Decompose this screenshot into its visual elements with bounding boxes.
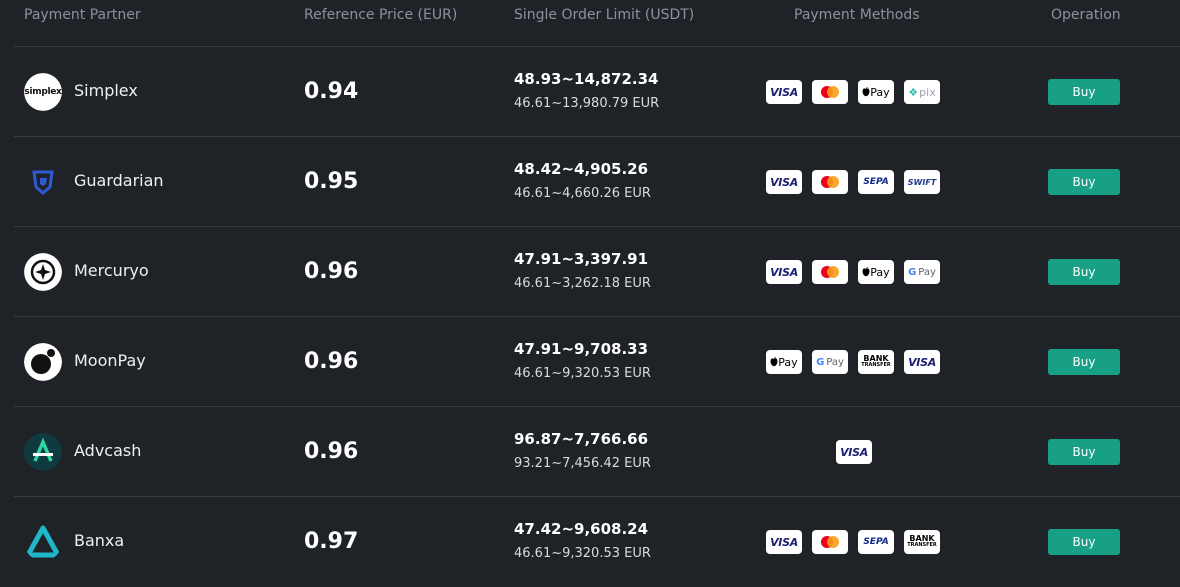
guardarian-logo — [24, 163, 62, 201]
visa-icon: VISA — [766, 260, 802, 284]
apple-pay-label: Pay — [870, 265, 890, 279]
visa-label: VISA — [770, 265, 798, 279]
payment-methods: VISA SEPA SWIFT — [766, 170, 942, 194]
table-row: Banxa 0.97 47.42~9,608.24 46.61~9,320.53… — [0, 497, 1180, 587]
usdt-limit: 48.42~4,905.26 — [514, 160, 649, 178]
mastercard-icon — [812, 80, 848, 104]
mastercard-icon — [812, 530, 848, 554]
bank-transfer-icon: BANK TRANSFER — [858, 350, 894, 374]
eur-limit: 46.61~3,262.18 EUR — [514, 276, 651, 291]
header-payment-methods: Payment Methods — [794, 7, 920, 23]
table-row: Advcash 0.96 96.87~7,766.66 93.21~7,456.… — [0, 407, 1180, 497]
usdt-limit: 48.93~14,872.34 — [514, 70, 659, 88]
google-pay-icon: G Pay — [812, 350, 848, 374]
google-pay-icon: G Pay — [904, 260, 940, 284]
eur-limit: 46.61~13,980.79 EUR — [514, 96, 660, 111]
partner-name: MoonPay — [74, 351, 146, 370]
eur-limit: 46.61~4,660.26 EUR — [514, 186, 651, 201]
bank-label: BANK — [909, 534, 935, 543]
transfer-label: TRANSFER — [907, 542, 937, 548]
simplex-wordmark: simplex — [24, 87, 62, 97]
pix-label: pix — [919, 85, 936, 99]
reference-price: 0.94 — [304, 79, 359, 104]
usdt-limit: 47.91~3,397.91 — [514, 250, 649, 268]
table-row: MoonPay 0.96 47.91~9,708.33 46.61~9,320.… — [0, 317, 1180, 407]
buy-button[interactable]: Buy — [1048, 439, 1120, 465]
reference-price: 0.96 — [304, 439, 359, 464]
eur-limit: 93.21~7,456.42 EUR — [514, 456, 651, 471]
buy-button[interactable]: Buy — [1048, 529, 1120, 555]
table-row: simplex Simplex 0.94 48.93~14,872.34 46.… — [0, 47, 1180, 137]
eur-limit: 46.61~9,320.53 EUR — [514, 546, 651, 561]
bank-transfer-icon: BANK TRANSFER — [904, 530, 940, 554]
visa-icon: VISA — [766, 80, 802, 104]
usdt-limit: 47.91~9,708.33 — [514, 340, 649, 358]
visa-icon: VISA — [766, 170, 802, 194]
moonpay-logo — [24, 343, 62, 381]
eur-limit: 46.61~9,320.53 EUR — [514, 366, 651, 381]
table-row: Mercuryo 0.96 47.91~3,397.91 46.61~3,262… — [0, 227, 1180, 317]
buy-button[interactable]: Buy — [1048, 169, 1120, 195]
bank-label: BANK — [863, 354, 889, 363]
apple-pay-label: Pay — [870, 85, 890, 99]
payment-methods: Pay G Pay BANK TRANSFER VISA — [766, 350, 942, 374]
swift-icon: SWIFT — [904, 170, 940, 194]
transfer-label: TRANSFER — [861, 362, 891, 368]
table-header: Payment Partner Reference Price (EUR) Si… — [0, 0, 1180, 46]
table-row: Guardarian 0.95 48.42~4,905.26 46.61~4,6… — [0, 137, 1180, 227]
sepa-icon: SEPA — [858, 170, 894, 194]
visa-icon: VISA — [904, 350, 940, 374]
partner-name: Simplex — [74, 81, 138, 100]
sepa-icon: SEPA — [858, 530, 894, 554]
visa-icon: VISA — [766, 530, 802, 554]
reference-price: 0.96 — [304, 259, 359, 284]
visa-label: VISA — [770, 175, 798, 189]
buy-button[interactable]: Buy — [1048, 259, 1120, 285]
reference-price: 0.97 — [304, 529, 359, 554]
partner-name: Advcash — [74, 441, 142, 460]
payment-methods: VISA SEPA BANK TRANSFER — [766, 530, 942, 554]
header-payment-partner: Payment Partner — [24, 7, 141, 23]
advcash-logo — [24, 433, 62, 471]
apple-pay-icon: Pay — [858, 260, 894, 284]
buy-button[interactable]: Buy — [1048, 349, 1120, 375]
simplex-logo: simplex — [24, 73, 62, 111]
usdt-limit: 96.87~7,766.66 — [514, 430, 649, 448]
header-single-order-limit: Single Order Limit (USDT) — [514, 7, 695, 23]
swift-label: SWIFT — [907, 177, 937, 187]
usdt-limit: 47.42~9,608.24 — [514, 520, 649, 538]
sepa-label: SEPA — [863, 537, 889, 547]
partner-name: Banxa — [74, 531, 125, 550]
buy-button[interactable]: Buy — [1048, 79, 1120, 105]
google-pay-label: Pay — [918, 266, 936, 278]
visa-icon: VISA — [836, 440, 872, 464]
apple-pay-label: Pay — [778, 355, 798, 369]
mercuryo-logo — [24, 253, 62, 291]
payment-methods: VISA Pay G Pay — [766, 260, 942, 284]
sepa-label: SEPA — [863, 177, 889, 187]
pix-icon: ❖ pix — [904, 80, 940, 104]
partner-name: Guardarian — [74, 171, 164, 190]
visa-label: VISA — [770, 535, 798, 549]
apple-pay-icon: Pay — [766, 350, 802, 374]
visa-label: VISA — [908, 355, 936, 369]
banxa-logo — [24, 523, 62, 561]
visa-label: VISA — [840, 445, 868, 459]
apple-pay-icon: Pay — [858, 80, 894, 104]
header-reference-price: Reference Price (EUR) — [304, 7, 458, 23]
mastercard-icon — [812, 170, 848, 194]
reference-price: 0.96 — [304, 349, 359, 374]
payment-methods: VISA Pay ❖ pix — [766, 80, 942, 104]
visa-label: VISA — [770, 85, 798, 99]
google-pay-label: Pay — [826, 356, 844, 368]
mastercard-icon — [812, 260, 848, 284]
payment-methods: VISA — [766, 440, 942, 464]
header-operation: Operation — [1051, 7, 1121, 23]
reference-price: 0.95 — [304, 169, 359, 194]
partner-name: Mercuryo — [74, 261, 149, 280]
